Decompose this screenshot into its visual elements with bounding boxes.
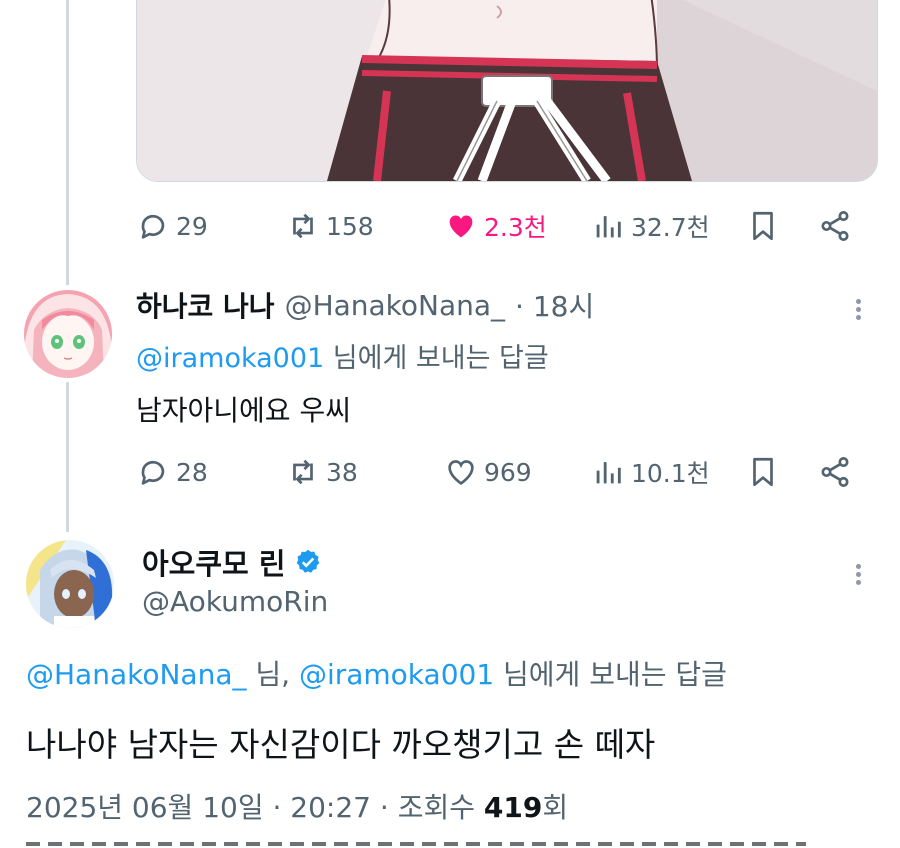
user-handle[interactable]: @HanakoNana_ [285, 289, 505, 322]
like-button[interactable]: 2.3천 [444, 206, 547, 246]
reply-actions-bar: 28 38 969 10.1천 [136, 452, 866, 492]
views-unit: 회 [542, 791, 569, 824]
views-chart-icon [596, 216, 621, 238]
avatar-image [24, 290, 112, 378]
tweet-media-image[interactable] [136, 0, 878, 182]
mention-link-1[interactable]: @HanakoNana_ [26, 658, 246, 691]
thread-line-top [66, 0, 69, 285]
replying-suffix: 님에게 보내는 답글 [324, 343, 549, 374]
reply-icon [141, 214, 165, 239]
tweet-actions-bar: 29 158 2.3천 32.7천 [136, 206, 866, 246]
like-button[interactable]: 969 [444, 452, 532, 492]
like-count: 2.3천 [484, 213, 547, 242]
cutoff-text-fragment [26, 836, 806, 848]
post-time[interactable]: · 18시 [515, 285, 594, 325]
heart-filled-icon [449, 215, 473, 238]
verified-badge-icon [296, 549, 319, 573]
tweet-text: 나나야 남자는 자신감이다 까오챙기고 손 떼자 [26, 725, 656, 764]
bookmark-button[interactable] [746, 206, 780, 246]
bookmark-icon [753, 211, 773, 241]
mention-separator: 님, [246, 658, 299, 691]
display-name[interactable]: 아오쿠모 린 [142, 541, 286, 583]
share-button[interactable] [818, 452, 852, 492]
retweet-icon [293, 213, 313, 239]
display-name[interactable]: 하나코 나나 [136, 285, 275, 325]
reply-button[interactable]: 28 [136, 452, 208, 492]
more-options-icon[interactable] [856, 296, 864, 323]
share-icon [821, 457, 849, 487]
retweet-button[interactable]: 38 [286, 452, 358, 492]
retweet-icon [293, 459, 313, 485]
views-count: 10.1천 [631, 459, 710, 488]
replying-suffix: 님에게 보내는 답글 [494, 658, 727, 691]
like-count: 969 [484, 457, 532, 487]
avatar-hanakonana[interactable] [24, 290, 112, 378]
views-button[interactable]: 32.7천 [591, 206, 710, 246]
tweet-meta: 2025년 06월 10일 · 20:27 · 조회수 419회 [26, 786, 568, 826]
mention-link[interactable]: @iramoka001 [136, 343, 324, 374]
retweet-count: 158 [326, 211, 374, 241]
thread-line-mid [66, 382, 69, 532]
more-options-icon[interactable] [856, 561, 864, 588]
bookmark-icon [753, 457, 773, 487]
heart-icon [448, 460, 474, 485]
replying-to: @HanakoNana_ 님, @iramoka001 님에게 보내는 답글 [26, 653, 727, 693]
share-button[interactable] [818, 206, 852, 246]
avatar-image [26, 540, 114, 628]
views-chart-icon [596, 462, 621, 484]
reply-header: 하나코 나나 @HanakoNana_ · 18시 [136, 285, 594, 325]
replying-to: @iramoka001 님에게 보내는 답글 [136, 336, 549, 375]
reply-icon [141, 460, 165, 485]
tweet-date[interactable]: 2025년 06월 10일 · 20:27 · 조회수 [26, 791, 484, 824]
views-number: 419 [483, 791, 543, 824]
user-handle[interactable]: @AokumoRin [142, 585, 328, 618]
retweet-button[interactable]: 158 [286, 206, 374, 246]
tweet-author-row: 아오쿠모 린 [142, 542, 322, 582]
avatar-aokumorin[interactable] [26, 540, 114, 628]
views-button[interactable]: 10.1천 [591, 452, 710, 492]
mention-link-2[interactable]: @iramoka001 [299, 658, 494, 691]
views-count: 32.7천 [631, 213, 710, 242]
reply-text: 남자아니에요 우씨 [136, 394, 351, 427]
reply-count: 28 [176, 457, 208, 487]
illustration [137, 0, 877, 181]
reply-count: 29 [176, 211, 208, 241]
retweet-count: 38 [326, 457, 358, 487]
reply-button[interactable]: 29 [136, 206, 208, 246]
share-icon [821, 211, 849, 241]
bookmark-button[interactable] [746, 452, 780, 492]
